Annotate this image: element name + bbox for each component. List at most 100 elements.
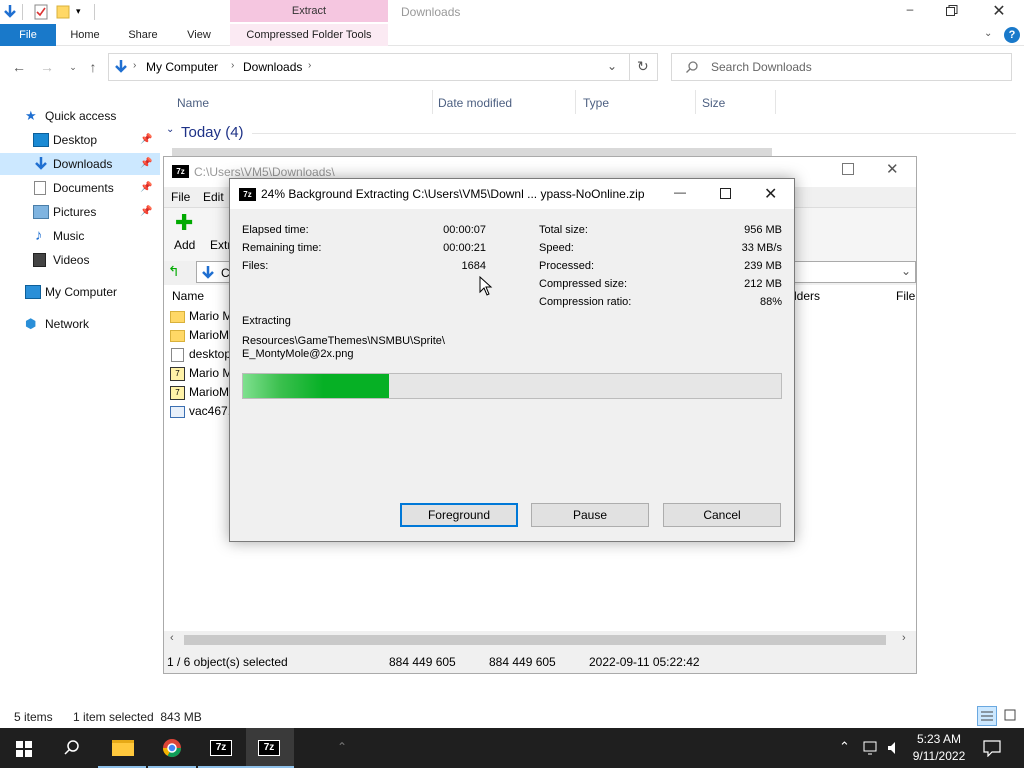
- files-label: Files:: [242, 260, 269, 272]
- progress-bar: [242, 373, 782, 399]
- extract-context-label: Extract: [230, 0, 388, 22]
- status-selection: 1 item selected 843 MB: [73, 710, 202, 724]
- nav-desktop[interactable]: Desktop 📌: [0, 129, 160, 151]
- path-dropdown-icon[interactable]: ⌄: [901, 264, 911, 278]
- add-icon: ✚: [175, 210, 194, 235]
- help-icon[interactable]: ?: [1004, 27, 1020, 43]
- maximize-button[interactable]: [842, 163, 854, 175]
- taskbar-file-explorer[interactable]: [98, 728, 146, 768]
- window-title: Downloads: [401, 5, 461, 19]
- nav-label: Downloads: [53, 157, 113, 171]
- nav-my-computer[interactable]: My Computer: [0, 281, 160, 303]
- tab-share[interactable]: Share: [120, 24, 166, 46]
- group-collapse-icon[interactable]: ⌄: [166, 124, 174, 135]
- restore-button[interactable]: [946, 2, 960, 20]
- minimize-button[interactable]: —: [674, 185, 688, 199]
- zip-file-icon: 7: [170, 386, 185, 400]
- nav-label: Quick access: [45, 109, 117, 123]
- computer-icon: [25, 285, 41, 299]
- compression-ratio-value: 88%: [759, 296, 782, 308]
- tab-file[interactable]: File: [0, 24, 56, 46]
- tray-overflow-icon[interactable]: ⌃: [839, 739, 850, 755]
- pin-icon: 📌: [140, 134, 153, 145]
- folder-icon: [170, 330, 185, 342]
- close-button[interactable]: ✕: [764, 184, 777, 204]
- forward-button[interactable]: →: [38, 58, 56, 76]
- search-button[interactable]: [48, 728, 96, 768]
- address-bar[interactable]: › My Computer › Downloads › ⌄ ↻: [108, 53, 658, 81]
- back-button[interactable]: ←: [10, 58, 28, 76]
- breadcrumb-my-computer[interactable]: My Computer: [146, 60, 218, 74]
- notification-center-icon[interactable]: [983, 739, 1001, 757]
- column-date-modified[interactable]: Date modified: [438, 94, 512, 112]
- mouse-cursor-icon: [479, 276, 493, 296]
- taskbar-chrome[interactable]: [148, 728, 196, 768]
- column-size[interactable]: Size: [702, 94, 725, 112]
- nav-documents[interactable]: Documents 📌: [0, 177, 160, 199]
- network-icon: ⬢: [25, 316, 37, 331]
- taskbar-overflow-icon[interactable]: ⌃: [337, 740, 347, 754]
- explorer-status-bar: 5 items 1 item selected 843 MB: [0, 706, 1024, 728]
- minimize-button[interactable]: –: [900, 2, 920, 20]
- folder-up-icon[interactable]: ↰: [168, 263, 186, 281]
- column-file[interactable]: File: [896, 289, 915, 303]
- address-dropdown-icon[interactable]: ⌄: [607, 59, 617, 73]
- pictures-icon: [33, 205, 49, 219]
- nav-downloads[interactable]: Downloads 📌: [0, 153, 160, 175]
- remaining-time-label: Remaining time:: [242, 242, 322, 254]
- properties-icon[interactable]: [34, 4, 48, 20]
- column-type[interactable]: Type: [583, 94, 609, 112]
- tab-compressed-folder-tools[interactable]: Compressed Folder Tools: [230, 24, 388, 46]
- cancel-button[interactable]: Cancel: [663, 503, 781, 527]
- taskbar-7zip-manager[interactable]: 7z: [198, 728, 246, 768]
- menu-file[interactable]: File: [171, 190, 190, 204]
- scroll-left-icon[interactable]: ‹: [170, 632, 174, 644]
- up-button[interactable]: ↑: [84, 58, 102, 76]
- close-button[interactable]: ✕: [990, 1, 1008, 20]
- close-button[interactable]: ✕: [886, 160, 899, 178]
- volume-icon[interactable]: [886, 740, 902, 756]
- new-folder-icon[interactable]: [56, 4, 70, 20]
- horizontal-scrollbar[interactable]: ‹ ›: [164, 631, 916, 649]
- menu-edit[interactable]: Edit: [203, 190, 224, 204]
- download-arrow-icon: [35, 157, 47, 170]
- taskbar-7zip-extract[interactable]: 7z: [246, 728, 294, 768]
- customize-toolbar-icon[interactable]: ▾: [76, 6, 81, 17]
- speed-value: 33 MB/s: [741, 242, 782, 254]
- start-button[interactable]: [0, 728, 48, 768]
- maximize-button[interactable]: [720, 188, 731, 199]
- tab-home[interactable]: Home: [62, 24, 108, 46]
- details-view-button[interactable]: [977, 706, 997, 726]
- refresh-icon[interactable]: ↻: [637, 58, 649, 75]
- column-name[interactable]: Name: [177, 94, 209, 112]
- total-size-label: Total size:: [539, 224, 588, 236]
- scroll-right-icon[interactable]: ›: [902, 632, 906, 644]
- clock-time[interactable]: 5:23 AM: [904, 732, 974, 746]
- status-selected: 1 / 6 object(s) selected: [167, 655, 288, 669]
- recent-locations-button[interactable]: ⌄: [64, 58, 82, 76]
- files-value: 1684: [461, 260, 486, 272]
- column-folders[interactable]: lders: [794, 289, 820, 303]
- clock-date[interactable]: 9/11/2022: [904, 749, 974, 763]
- breadcrumb-downloads[interactable]: Downloads: [243, 60, 302, 74]
- ribbon-expand-icon[interactable]: ⌄: [984, 28, 992, 39]
- network-status-icon[interactable]: [862, 740, 880, 756]
- tab-view[interactable]: View: [176, 24, 222, 46]
- foreground-button[interactable]: Foreground: [400, 503, 518, 527]
- breadcrumb-chevron-icon: ›: [308, 60, 312, 71]
- nav-music[interactable]: ♪ Music: [0, 225, 160, 247]
- nav-network[interactable]: ⬢ Network: [0, 313, 160, 335]
- file-name: Mario M: [189, 366, 233, 380]
- column-name[interactable]: Name: [172, 289, 204, 303]
- large-icons-view-button[interactable]: [1001, 706, 1021, 726]
- extract-progress-dialog: 7z 24% Background Extracting C:\Users\VM…: [229, 178, 795, 542]
- nav-pictures[interactable]: Pictures 📌: [0, 201, 160, 223]
- sevenzip-title: C:\Users\VM5\Downloads\: [194, 165, 335, 179]
- nav-quick-access[interactable]: ★ Quick access: [0, 105, 160, 127]
- search-input[interactable]: Search Downloads: [671, 53, 1012, 81]
- scrollbar-thumb[interactable]: [184, 635, 886, 645]
- pause-button[interactable]: Pause: [531, 503, 649, 527]
- current-file-name: E_MontyMole@2x.png: [242, 348, 354, 360]
- toolbar-add-button[interactable]: Add: [174, 238, 195, 252]
- nav-videos[interactable]: Videos: [0, 249, 160, 271]
